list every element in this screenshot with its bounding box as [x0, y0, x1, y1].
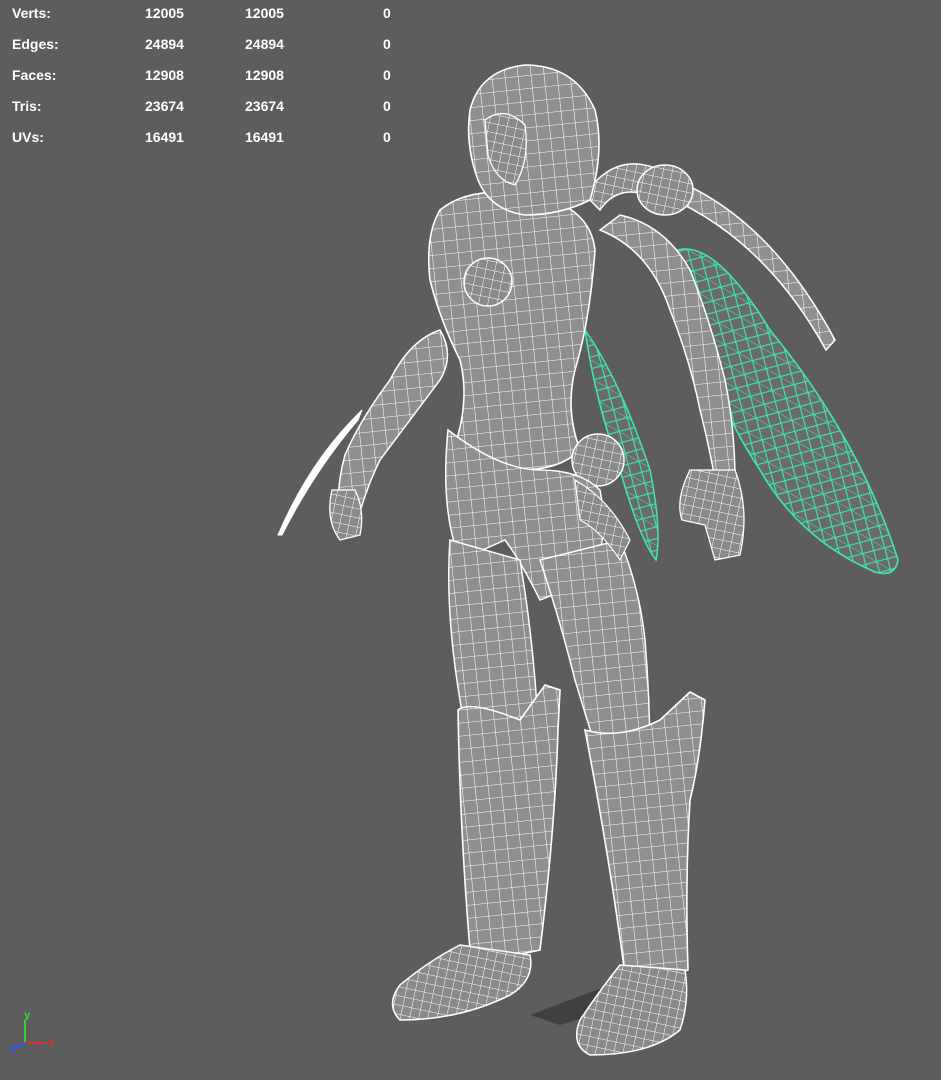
- hand-right: [679, 469, 745, 561]
- 3d-viewport[interactable]: Verts: 12005 12005 0 Edges: 24894 24894 …: [0, 0, 941, 1080]
- wireframe-model[interactable]: [0, 0, 941, 1080]
- shoulder-orb: [636, 164, 694, 216]
- hand-left: [329, 489, 363, 541]
- foot-left: [391, 944, 532, 1021]
- axis-y-label: y: [24, 1010, 31, 1021]
- boot-left: [457, 684, 561, 956]
- axis-gizmo: y x z: [10, 1010, 55, 1055]
- foot-right: [575, 964, 688, 1056]
- boot-right: [583, 691, 706, 980]
- chest-emblem: [463, 257, 513, 307]
- torso: [427, 191, 596, 471]
- axis-z-label: z: [10, 1044, 16, 1055]
- axis-x-label: x: [48, 1038, 55, 1049]
- axis-z-line: [15, 1042, 26, 1049]
